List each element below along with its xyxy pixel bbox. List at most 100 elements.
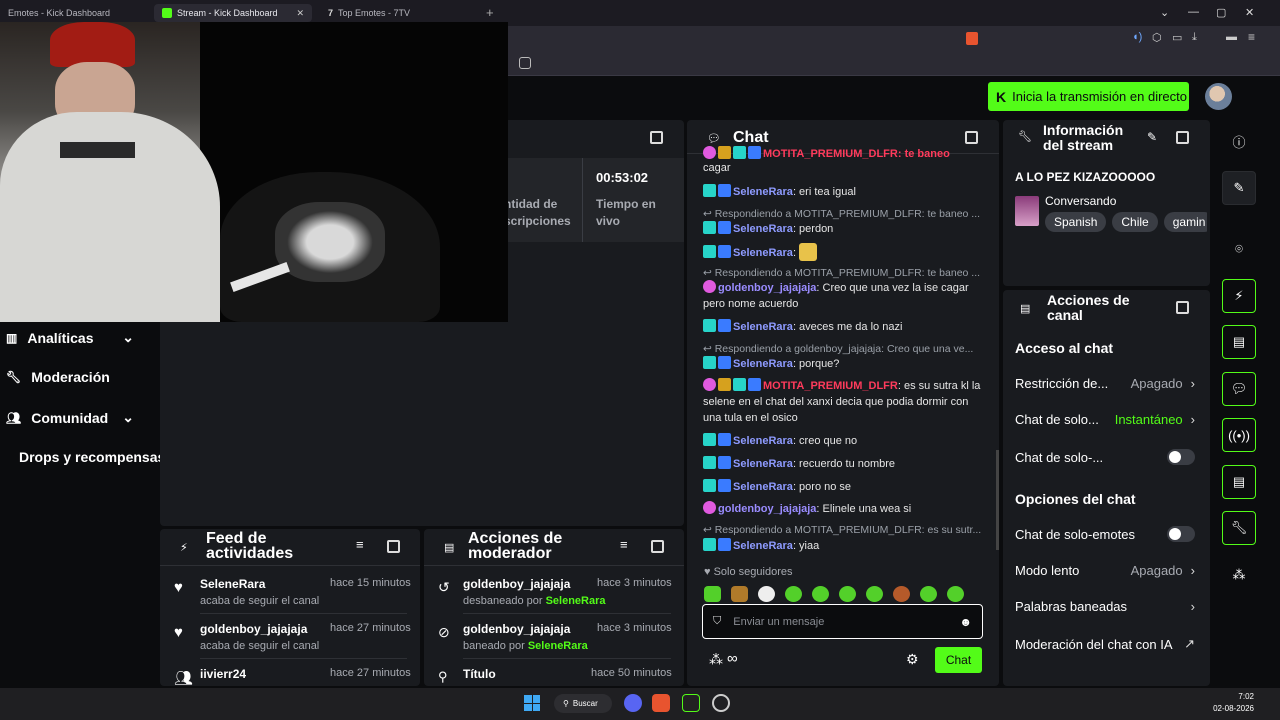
- sidebar-item-drops[interactable]: Drops y recompensas: [13, 449, 165, 465]
- tag[interactable]: gamin: [1163, 212, 1207, 232]
- chevron-down-icon[interactable]: ⌄: [1160, 6, 1169, 19]
- emoji-icon[interactable]: ☻: [959, 615, 972, 629]
- emote-icon[interactable]: [785, 586, 802, 602]
- chat-icon[interactable]: 💬︎: [1222, 372, 1256, 406]
- wallet-icon[interactable]: ▬: [1226, 31, 1237, 43]
- crown-icon: [718, 378, 731, 391]
- chat-username[interactable]: SeleneRara: [733, 458, 793, 470]
- popout-icon[interactable]: [387, 540, 400, 553]
- setting-row-slow-mode[interactable]: Modo lento Apagado ›: [1015, 563, 1195, 578]
- obs-icon[interactable]: [712, 694, 730, 712]
- sidebar-item-moderation[interactable]: 🔧︎ Moderación: [0, 369, 150, 385]
- chat-username[interactable]: SeleneRara: [733, 358, 793, 370]
- setting-row-restriction[interactable]: Restricción de... Apagado ›: [1015, 376, 1195, 391]
- emote-icon[interactable]: [812, 586, 829, 602]
- taskbar-search[interactable]: ⚲ Buscar: [554, 694, 612, 713]
- chat-username[interactable]: goldenboy_jajajaja: [718, 282, 816, 294]
- close-icon[interactable]: ✕: [296, 8, 304, 19]
- pencil-icon[interactable]: ✎: [1147, 130, 1157, 144]
- kick-dots-icon[interactable]: ⁂: [1222, 558, 1256, 592]
- mod-action-desc-text: baneado por: [463, 640, 528, 652]
- infinity-icon[interactable]: ∞: [727, 650, 738, 667]
- setting-value: Apagado: [1130, 563, 1183, 578]
- chat-reply-line: ↩ Respondiendo a MOTITA_PREMIUM_DLFR: es…: [703, 522, 983, 538]
- app-icon[interactable]: [682, 694, 700, 712]
- chat-username[interactable]: SeleneRara: [733, 540, 793, 552]
- wrench-icon[interactable]: 🔧︎: [1222, 511, 1256, 545]
- go-live-button[interactable]: K Inicia la transmisión en directo: [988, 82, 1189, 111]
- chat-username[interactable]: SeleneRara: [733, 435, 793, 447]
- discord-icon[interactable]: [624, 694, 642, 712]
- pencil-icon[interactable]: ✎: [1222, 171, 1256, 205]
- chat-input[interactable]: ⛉ Enviar un mensaje ☻: [702, 604, 983, 639]
- setting-row-solo-2[interactable]: Chat de solo-...: [1015, 449, 1195, 465]
- popout-icon[interactable]: [651, 540, 664, 553]
- chat-username[interactable]: SeleneRara: [733, 223, 793, 235]
- tab-7tv[interactable]: 7 Top Emotes - 7TV: [320, 4, 480, 22]
- sidebar-item-community[interactable]: 👥︎ Comunidad ⌄: [0, 409, 150, 426]
- new-tab-button[interactable]: +: [486, 5, 494, 20]
- chat-username[interactable]: MOTITA_PREMIUM_DLFR: [763, 380, 898, 392]
- menu-icon[interactable]: ≡: [1248, 30, 1255, 44]
- broadcast-icon[interactable]: ((•)): [1222, 418, 1256, 452]
- emote-icon[interactable]: [731, 586, 748, 602]
- popout-icon[interactable]: [965, 131, 978, 144]
- chat-scrollbar[interactable]: [996, 450, 999, 550]
- toggle-switch[interactable]: [1167, 449, 1195, 465]
- popout-icon[interactable]: [650, 131, 663, 144]
- download-icon[interactable]: ⤓: [1192, 31, 1197, 44]
- avatar[interactable]: [1205, 83, 1232, 110]
- chat-username[interactable]: SeleneRara: [733, 247, 793, 259]
- setting-row-emotes-only[interactable]: Chat de solo-emotes: [1015, 526, 1195, 542]
- tab-emotes[interactable]: Emotes - Kick Dashboard: [0, 4, 150, 22]
- emote-icon[interactable]: [947, 586, 964, 602]
- sidebar-item-analytics[interactable]: ▥ Analíticas ⌄: [0, 329, 150, 346]
- setting-row-ai-moderation[interactable]: Moderación del chat con IA ↗: [1015, 636, 1195, 652]
- tab-label: Stream - Kick Dashboard: [177, 8, 278, 18]
- mod-action-by[interactable]: SeleneRara: [546, 595, 606, 607]
- popout-icon[interactable]: [1176, 131, 1189, 144]
- emote-icon[interactable]: [866, 586, 883, 602]
- camera-icon[interactable]: ⌾: [1222, 232, 1256, 266]
- clock-time: 7:02: [1238, 692, 1254, 701]
- emote-icon[interactable]: [758, 586, 775, 602]
- gear-icon[interactable]: ⚙: [906, 651, 919, 668]
- chat-username[interactable]: SeleneRara: [733, 186, 793, 198]
- toggle-switch[interactable]: [1167, 526, 1195, 542]
- filter-icon[interactable]: ≡: [620, 537, 628, 552]
- tab-stream[interactable]: Stream - Kick Dashboard ✕: [154, 4, 312, 22]
- chat-message: SeleneRara: perdon: [703, 221, 983, 237]
- close-window-icon[interactable]: ✕: [1245, 6, 1254, 19]
- extensions-icon[interactable]: ⬡: [1152, 31, 1162, 44]
- windows-start-icon[interactable]: [524, 695, 540, 711]
- tag[interactable]: Spanish: [1045, 212, 1107, 232]
- chat-username[interactable]: SeleneRara: [733, 321, 793, 333]
- send-chat-button[interactable]: Chat: [935, 647, 982, 673]
- emote-icon[interactable]: [839, 586, 856, 602]
- chat-username[interactable]: goldenboy_jajajaja: [718, 503, 816, 515]
- bookmark-icon[interactable]: ▭: [1172, 31, 1182, 44]
- setting-row-solo[interactable]: Chat de solo... Instantáneo ›: [1015, 412, 1195, 427]
- emote-icon[interactable]: [893, 586, 910, 602]
- mod-action-by[interactable]: SeleneRara: [528, 640, 588, 652]
- tag[interactable]: Chile: [1112, 212, 1158, 232]
- setting-row-banned-words[interactable]: Palabras baneadas ›: [1015, 599, 1195, 614]
- brave-icon[interactable]: [652, 694, 670, 712]
- minimize-icon[interactable]: —: [1188, 6, 1199, 18]
- emote-icon[interactable]: [920, 586, 937, 602]
- maximize-icon[interactable]: ▢: [1216, 6, 1226, 19]
- audio-icon[interactable]: ◖): [1132, 31, 1142, 43]
- kick-dots-icon[interactable]: ⁂: [709, 651, 723, 668]
- bookmark-item-icon[interactable]: [519, 57, 531, 69]
- chat-username[interactable]: SeleneRara: [733, 481, 793, 493]
- filter-icon[interactable]: ≡: [356, 537, 364, 552]
- emote-icon[interactable]: [704, 586, 721, 602]
- info-icon[interactable]: ⓘ: [1222, 124, 1256, 158]
- actions-icon[interactable]: ▤: [1222, 465, 1256, 499]
- lightning-icon[interactable]: ⚡︎: [1222, 279, 1256, 313]
- sidebar-item-label: Comunidad: [31, 409, 109, 426]
- document-icon[interactable]: ▤: [1222, 325, 1256, 359]
- brave-shield-icon[interactable]: [966, 32, 978, 45]
- popout-icon[interactable]: [1176, 301, 1189, 314]
- activity-time: hace 27 minutos: [330, 622, 411, 634]
